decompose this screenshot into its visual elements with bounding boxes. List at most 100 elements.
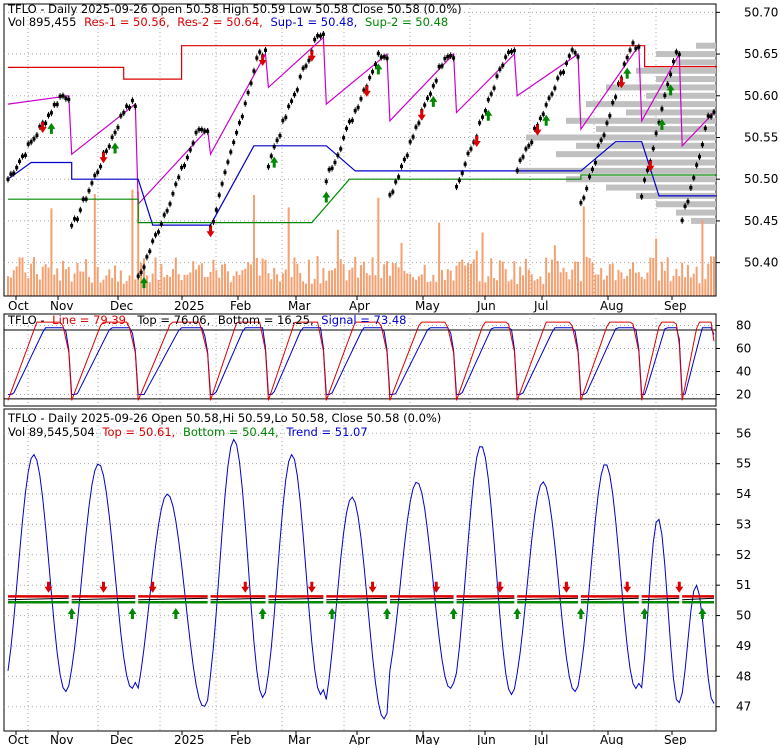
volume-bar — [293, 257, 296, 296]
volume-bar — [626, 275, 629, 296]
volume-bar — [93, 193, 96, 296]
price-candle — [185, 155, 189, 160]
price-candle — [84, 197, 88, 201]
price-candle — [284, 115, 288, 120]
price-candle — [93, 173, 97, 178]
volume-bar — [302, 281, 305, 296]
volume-bar — [67, 266, 70, 296]
volume-bar — [571, 269, 574, 296]
price-candle — [240, 114, 244, 119]
x-axis-label: Jul — [533, 733, 548, 745]
price-candle — [605, 121, 609, 125]
price-candle — [414, 125, 418, 129]
volume-bar — [56, 268, 59, 296]
price-candle — [64, 96, 68, 101]
price-candle — [148, 249, 152, 254]
volume-bar — [30, 263, 33, 296]
x-axis-label: May — [415, 733, 440, 745]
volume-bar — [247, 261, 250, 296]
price-candle — [130, 98, 134, 103]
volume-bar — [498, 260, 501, 296]
volume-bar — [116, 281, 119, 296]
volume-bar — [475, 250, 478, 296]
x-axis-label: Dec — [110, 733, 133, 745]
volume-bar — [646, 272, 649, 296]
volume-bar — [322, 268, 325, 296]
stoch-signal-label: Signal = 73.48 — [321, 313, 406, 327]
x-axis-label: 2025 — [174, 733, 205, 745]
volume-bar — [357, 277, 360, 296]
price-candle — [47, 113, 51, 117]
sup1-label: Sup-1 = 50.48, — [270, 15, 357, 29]
price-candle — [434, 79, 438, 83]
volume-bar — [669, 281, 672, 296]
price-candle — [460, 171, 464, 175]
volume-bar — [634, 272, 637, 296]
price-candle — [495, 74, 499, 78]
price-candle — [397, 175, 401, 179]
price-candle — [26, 142, 30, 146]
volume-bar — [212, 259, 215, 296]
volume-bar — [209, 271, 212, 296]
price-candle — [197, 127, 201, 132]
osc-bottom-label: Bottom = 50.44, — [183, 425, 279, 439]
price-candle — [177, 175, 181, 180]
volume-bar — [163, 277, 166, 296]
volume-bar — [655, 238, 658, 296]
price-tick-label: 50.40 — [744, 256, 778, 270]
volume-bar — [640, 276, 643, 296]
price-candle — [125, 104, 129, 108]
price-candle — [440, 64, 444, 68]
price-candle — [376, 51, 380, 56]
volume-bar — [464, 265, 467, 296]
volume-bar — [140, 262, 143, 296]
volume-bar — [441, 269, 444, 296]
volume-bar — [192, 261, 195, 296]
price-candle — [709, 114, 713, 119]
price-candle — [579, 201, 583, 205]
volume-bar — [278, 281, 281, 296]
x-axis-label: Apr — [349, 299, 370, 313]
volume-bar — [15, 266, 18, 296]
volume-bar — [490, 258, 493, 296]
price-candle — [353, 109, 357, 113]
volume-bar — [406, 273, 409, 296]
price-candle — [379, 55, 383, 59]
price-candle — [290, 99, 294, 103]
price-candle — [423, 103, 427, 107]
volume-bar — [134, 279, 137, 296]
volume-bar — [394, 263, 397, 296]
volume-bar — [342, 264, 345, 296]
price-candle — [611, 100, 615, 105]
osc-vol-label: Vol 89,545,504 — [8, 425, 95, 439]
osc-tick-label: 54 — [736, 487, 751, 501]
price-candle — [544, 103, 548, 107]
price-candle — [142, 265, 146, 269]
volume-bar — [420, 274, 423, 296]
volume-bar — [82, 271, 85, 296]
stochastic-y-axis: 80 60 40 20 — [716, 319, 751, 402]
price-candle — [501, 63, 505, 68]
price-candle — [483, 109, 487, 113]
volume-bar — [169, 276, 172, 296]
stoch-tick-label: 40 — [736, 365, 751, 379]
price-candle — [264, 48, 268, 52]
price-candle — [608, 114, 612, 118]
price-candle — [712, 110, 716, 114]
volume-bar — [710, 256, 713, 296]
price-candle — [698, 155, 702, 159]
volume-bar — [99, 282, 102, 296]
volume-bar — [455, 265, 458, 296]
stock-chart: 50.70 50.65 50.60 50.55 50.50 50.45 50.40 TFLO… — [3, 2, 778, 747]
volume-bar — [550, 259, 553, 296]
price-candle — [547, 96, 551, 100]
osc-trend-label: Trend = 51.07 — [285, 425, 367, 439]
volume-bar — [603, 279, 606, 296]
x-axis-label: Mar — [288, 299, 311, 313]
price-candle — [428, 92, 432, 96]
volume-bar — [18, 257, 21, 296]
price-candle — [180, 165, 184, 170]
volume-bar — [704, 279, 707, 296]
volume-bar — [493, 278, 496, 296]
price-candle — [391, 190, 395, 194]
